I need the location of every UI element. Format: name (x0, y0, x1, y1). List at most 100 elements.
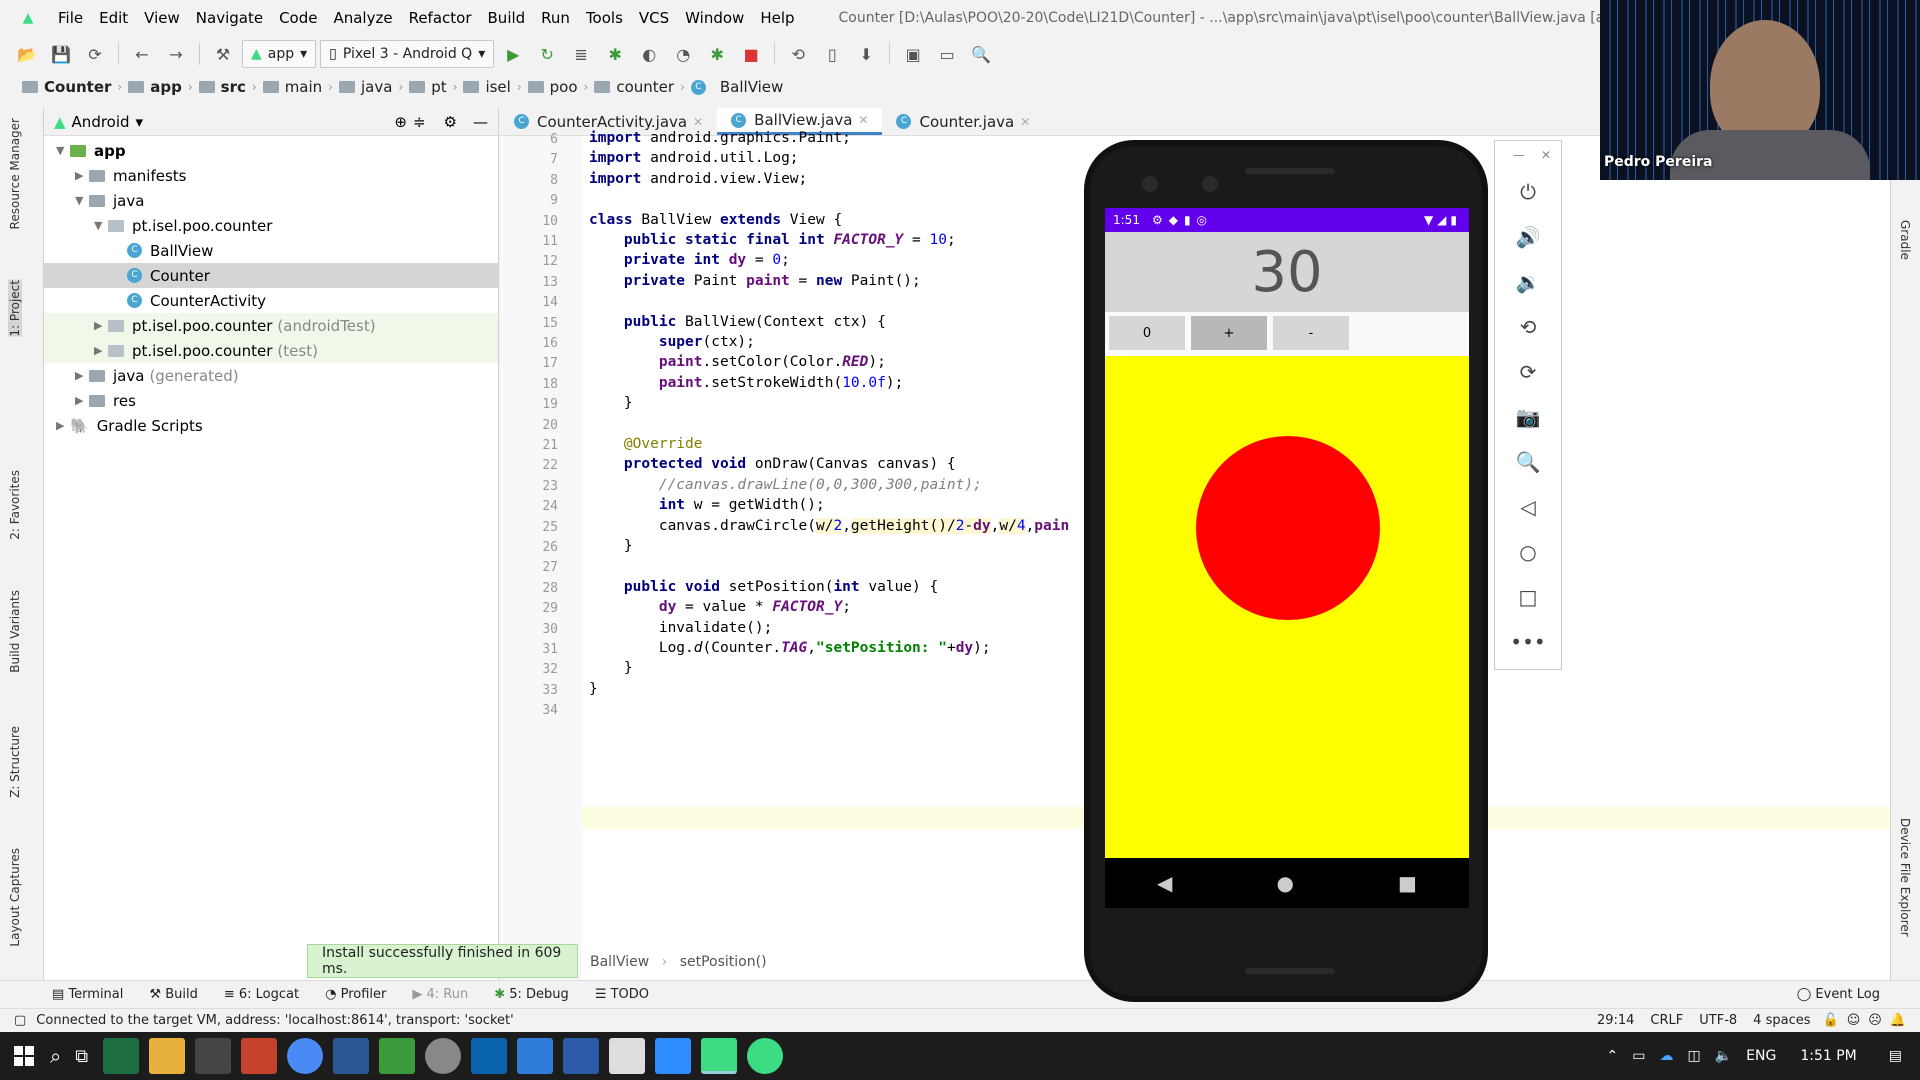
file-encoding[interactable]: UTF-8 (1699, 1013, 1737, 1028)
code-line[interactable]: private Paint paint = new Paint(); (589, 273, 921, 289)
gradle-sync-icon[interactable]: ⟲ (783, 40, 813, 68)
nav-recents-icon[interactable]: ■ (1398, 871, 1417, 895)
code-line[interactable]: paint.setStrokeWidth(10.0f); (589, 375, 903, 391)
chevron-right-icon[interactable]: ▶ (75, 369, 89, 382)
code-line[interactable]: //canvas.drawLine(0,0,300,300,paint); (589, 477, 982, 493)
tab-logcat[interactable]: ≡ 6: Logcat (224, 987, 299, 1002)
zoom-icon[interactable] (655, 1038, 692, 1074)
chrome-icon[interactable] (287, 1038, 324, 1074)
debug-icon[interactable]: ✱ (600, 40, 630, 68)
android-studio-icon[interactable] (747, 1038, 784, 1074)
chevron-down-icon[interactable]: ▼ (56, 144, 70, 157)
caret-position[interactable]: 29:14 (1597, 1013, 1634, 1028)
square-icon[interactable]: ▢ (14, 1013, 26, 1028)
network-icon[interactable]: ▭ (1632, 1048, 1645, 1064)
forward-icon[interactable]: → (161, 40, 191, 68)
menu-refactor[interactable]: Refactor (401, 9, 480, 27)
chevron-right-icon[interactable]: ▶ (75, 169, 89, 182)
make-project-icon[interactable]: ⚒ (208, 40, 238, 68)
chevron-down-icon[interactable]: ▾ (136, 113, 144, 131)
code-line[interactable]: int w = getWidth(); (589, 497, 825, 513)
chevron-right-icon[interactable]: ▶ (75, 394, 89, 407)
menu-code[interactable]: Code (271, 9, 325, 27)
menu-navigate[interactable]: Navigate (188, 9, 271, 27)
breadcrumb-item[interactable]: main (262, 78, 322, 96)
nav-home-icon[interactable]: ● (1277, 871, 1294, 895)
tab-layout-captures[interactable]: Layout Captures (8, 848, 22, 947)
breadcrumb-item[interactable]: src (198, 78, 246, 96)
onedrive-icon[interactable]: ☁ (1660, 1048, 1674, 1064)
nav-back-icon[interactable]: ◀ (1157, 871, 1172, 895)
tree-node[interactable]: ▼ pt.isel.poo.counter (44, 213, 498, 238)
tab-debug[interactable]: ✱ 5: Debug (494, 987, 569, 1002)
code-line[interactable]: public void setPosition(int value) { (589, 579, 938, 595)
chevron-right-icon[interactable]: ▶ (56, 419, 70, 432)
apply-code-changes-icon[interactable]: ≣ (566, 40, 596, 68)
code-line[interactable]: dy = value * FACTOR_Y; (589, 599, 851, 615)
menu-file[interactable]: File (50, 9, 91, 27)
windows-start-icon[interactable] (14, 1046, 34, 1066)
menu-build[interactable]: Build (480, 9, 534, 27)
code-line[interactable]: } (589, 660, 633, 676)
indent-setting[interactable]: 4 spaces (1753, 1013, 1810, 1028)
close-icon[interactable]: ✕ (693, 115, 703, 129)
tree-node[interactable]: ▼ app (44, 138, 498, 163)
tab-profiler[interactable]: ◔ Profiler (325, 987, 386, 1002)
chevron-down-icon[interactable]: ▼ (94, 219, 108, 232)
close-icon[interactable]: ✕ (858, 113, 868, 127)
close-icon[interactable]: ✕ (1020, 115, 1030, 129)
chevron-right-icon[interactable]: ▶ (94, 319, 108, 332)
save-icon[interactable]: 💾 (46, 40, 76, 68)
home-icon[interactable]: ○ (1495, 529, 1561, 574)
settings-icon[interactable] (425, 1038, 462, 1074)
mail-icon[interactable] (471, 1038, 508, 1074)
notepad-icon[interactable] (379, 1038, 416, 1074)
code-line[interactable]: super(ctx); (589, 334, 755, 350)
tree-node[interactable]: C Counter (44, 263, 498, 288)
tab-counter[interactable]: C Counter.java ✕ (882, 108, 1044, 135)
tab-gradle[interactable]: Gradle (1898, 220, 1912, 260)
menu-edit[interactable]: Edit (91, 9, 136, 27)
more-icon[interactable]: ••• (1495, 619, 1561, 664)
volume-icon[interactable]: 🔈 (1715, 1048, 1732, 1064)
notifications-icon[interactable]: ▤ (1889, 1048, 1902, 1064)
android-emulator-icon[interactable] (701, 1038, 738, 1074)
breadcrumb-item[interactable]: app (128, 78, 182, 96)
chevron-right-icon[interactable]: ▶ (94, 344, 108, 357)
zoom-icon[interactable]: 🔍 (1495, 439, 1561, 484)
locate-icon[interactable]: ⊕ (394, 113, 407, 131)
breadcrumb-item[interactable]: C BallView (690, 78, 783, 96)
search-icon[interactable]: ⌕ (50, 1044, 61, 1068)
wifi-icon[interactable]: ◫ (1688, 1048, 1701, 1064)
menu-analyze[interactable]: Analyze (325, 9, 400, 27)
gear-icon[interactable]: ⚙ (444, 113, 457, 131)
code-line[interactable]: public static final int FACTOR_Y = 10; (589, 232, 956, 248)
breadcrumb-item[interactable]: Counter (22, 78, 111, 96)
breadcrumb-item[interactable]: poo (527, 78, 578, 96)
collapse-all-icon[interactable]: ≑ (413, 113, 426, 131)
attach-debugger-icon[interactable]: ✱ (702, 40, 732, 68)
coverage-icon[interactable]: ◐ (634, 40, 664, 68)
excel-icon[interactable] (103, 1038, 140, 1074)
breadcrumb-item[interactable]: counter (594, 78, 674, 96)
smile-icon[interactable]: ☺ (1847, 1013, 1861, 1028)
volume-down-icon[interactable]: 🔉 (1495, 259, 1561, 304)
code-line[interactable]: canvas.drawCircle(w/2,getHeight()/2-dy,w… (589, 517, 1069, 534)
project-view-selector[interactable]: Android (72, 113, 130, 131)
code-line[interactable]: private int dy = 0; (589, 252, 790, 268)
run-config-dropdown[interactable]: ▲ app ▾ (242, 40, 317, 68)
profile-icon[interactable]: ◔ (668, 40, 698, 68)
minimize-icon[interactable]: — (1513, 148, 1525, 162)
tab-structure[interactable]: Z: Structure (8, 726, 22, 798)
menu-tools[interactable]: Tools (578, 9, 631, 27)
menu-help[interactable]: Help (752, 9, 802, 27)
line-separator[interactable]: CRLF (1650, 1013, 1683, 1028)
search-icon[interactable]: 🔍 (966, 40, 996, 68)
tree-node[interactable]: ▶ 🐘 Gradle Scripts (44, 413, 498, 438)
breadcrumb-item[interactable]: isel (463, 78, 511, 96)
menu-window[interactable]: Window (677, 9, 752, 27)
task-view-icon[interactable]: ⧉ (75, 1046, 88, 1067)
powerpoint-icon[interactable] (241, 1038, 278, 1074)
tab-device-file-explorer[interactable]: Device File Explorer (1898, 818, 1912, 937)
power-icon[interactable]: ⏻ (1495, 169, 1561, 214)
